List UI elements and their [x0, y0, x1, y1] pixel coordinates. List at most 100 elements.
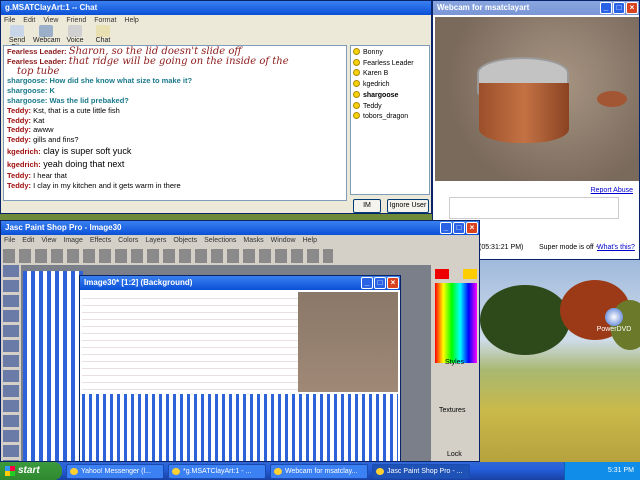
user-list-item[interactable]: tobors_dragon	[353, 112, 427, 123]
send-file-icon	[10, 25, 24, 37]
chat-button[interactable]: Chat	[93, 25, 113, 44]
psp-tool-palette[interactable]	[3, 265, 19, 461]
background-swatch[interactable]	[463, 269, 477, 279]
timestamp: (05:31:21 PM)	[479, 244, 524, 251]
message-user: kgedrich:	[7, 159, 41, 169]
menu-effects[interactable]: Effects	[90, 235, 111, 246]
user-list-item[interactable]: kgedrich	[353, 80, 427, 91]
webcam-ad-area	[449, 197, 619, 219]
chat-message: shargoose: Was the lid prebaked?	[7, 96, 343, 106]
start-button[interactable]: start	[0, 462, 62, 480]
taskbar-button-psp[interactable]: Jasc Paint Shop Pro - ...	[372, 463, 470, 479]
user-name: Teddy	[363, 102, 382, 110]
menu-layers[interactable]: Layers	[145, 235, 166, 246]
psp-title: Jasc Paint Shop Pro - Image30	[5, 223, 122, 232]
psp-toolbar[interactable]	[3, 249, 333, 263]
nested-screenshot	[82, 394, 398, 461]
taskbar-button-webcam[interactable]: Webcam for msatclay...	[270, 463, 368, 479]
taskbar: start Yahoo! Messenger (l... *g.MSATClay…	[0, 462, 640, 480]
user-list[interactable]: Bonny Fearless Leader Karen B kgedrich s…	[350, 45, 430, 195]
webcam-titlebar[interactable]: Webcam for msatclayart _ □ ×	[433, 1, 639, 15]
message-text: Kst, that is a cute little fish	[33, 105, 120, 115]
ignore-user-button[interactable]: Ignore User	[387, 199, 429, 213]
lock-label: Lock	[447, 451, 462, 458]
image-window[interactable]: Image30* [1:2] (Background) _ □ ×	[79, 275, 401, 461]
message-text: Was the lid prebaked?	[49, 95, 129, 105]
taskbar-label: Yahoo! Messenger (l...	[81, 467, 151, 475]
tool-label: Chat	[95, 37, 111, 44]
webcam-button[interactable]: Webcam	[33, 25, 61, 44]
menu-masks[interactable]: Masks	[243, 235, 263, 246]
desktop-icon-powerdvd[interactable]: PowerDVD	[594, 308, 634, 333]
chat-message: Teddy: I clay in my kitchen and it gets …	[7, 181, 343, 191]
maximize-button[interactable]: □	[613, 2, 625, 14]
minimize-button[interactable]: _	[600, 2, 612, 14]
close-button[interactable]: ×	[466, 222, 478, 234]
user-list-item[interactable]: shargoose	[353, 90, 427, 102]
smiley-icon	[353, 69, 360, 77]
screenshot-thumbnail-webcam	[298, 292, 398, 392]
report-abuse-link[interactable]: Report Abuse	[591, 187, 633, 194]
menu-selections[interactable]: Selections	[204, 235, 236, 246]
taskbar-button-chat[interactable]: *g.MSATClayArt:1 - ...	[168, 463, 266, 479]
minimize-button[interactable]: _	[440, 222, 452, 234]
whats-this-link[interactable]: What's this?	[597, 244, 635, 251]
psp-window[interactable]: Jasc Paint Shop Pro - Image30 _ □ × File Ed…	[0, 220, 480, 462]
chat-message: Teddy: I hear that	[7, 171, 343, 181]
taskbar-label: *g.MSATClayArt:1 - ...	[183, 467, 252, 475]
clay-piece	[597, 91, 627, 107]
message-user: Teddy:	[7, 125, 32, 135]
psp-icon	[376, 467, 384, 475]
maximize-button[interactable]: □	[453, 222, 465, 234]
message-user: shargoose:	[7, 76, 48, 86]
psp-titlebar[interactable]: Jasc Paint Shop Pro - Image30 _ □ ×	[1, 221, 479, 235]
message-text: that ridge will be going on the inside o…	[68, 55, 289, 67]
menu-file[interactable]: File	[4, 235, 15, 246]
user-name: kgedrich	[363, 81, 390, 89]
stacked-image-windows	[23, 271, 83, 461]
user-list-item[interactable]: Karen B	[353, 69, 427, 80]
wallpaper-tree	[480, 285, 570, 355]
menu-help[interactable]: Help	[303, 235, 317, 246]
voice-button[interactable]: Voice	[65, 25, 85, 44]
foreground-swatch[interactable]	[435, 269, 449, 279]
chat-window[interactable]: g.MSATClayArt:1 -- Chat File Edit View Frie…	[0, 0, 432, 214]
chat-message: Teddy: awww	[7, 125, 343, 135]
chat-titlebar[interactable]: g.MSATClayArt:1 -- Chat	[1, 1, 431, 15]
menu-window[interactable]: Window	[271, 235, 296, 246]
menu-colors[interactable]: Colors	[118, 235, 138, 246]
user-list-item[interactable]: Teddy	[353, 101, 427, 113]
smiley-icon	[353, 90, 360, 98]
im-button[interactable]: IM	[353, 199, 381, 213]
taskbar-button-yahoo[interactable]: Yahoo! Messenger (l...	[66, 463, 164, 479]
psp-color-palette[interactable]: Styles Textures Lock	[433, 265, 479, 461]
menu-edit[interactable]: Edit	[22, 235, 34, 246]
minimize-button[interactable]: _	[361, 277, 373, 289]
message-user: Teddy:	[7, 180, 32, 190]
menu-image[interactable]: Image	[63, 235, 82, 246]
webcam-video	[435, 17, 639, 181]
menu-view[interactable]: View	[41, 235, 56, 246]
color-picker[interactable]	[435, 283, 477, 363]
chat-message: top tube	[7, 66, 343, 77]
user-list-item[interactable]: Bonny	[353, 48, 427, 59]
chat-log[interactable]: Fearless Leader: Sharon, so the lid does…	[3, 45, 347, 201]
webcam-icon	[274, 467, 282, 475]
user-list-item[interactable]: Fearless Leader	[353, 58, 427, 70]
close-button[interactable]: ×	[626, 2, 638, 14]
desktop-icon-label: PowerDVD	[596, 326, 632, 333]
menu-help[interactable]: Help	[124, 15, 138, 26]
menu-objects[interactable]: Objects	[173, 235, 197, 246]
voice-icon	[68, 25, 82, 37]
user-name: Karen B	[363, 70, 389, 78]
close-button[interactable]: ×	[387, 277, 399, 289]
system-tray: 5:31 PM	[564, 462, 640, 480]
maximize-button[interactable]: □	[374, 277, 386, 289]
webcam-icon	[39, 25, 53, 37]
message-text: Kat	[33, 115, 45, 125]
clock[interactable]: 5:31 PM	[608, 467, 634, 474]
chat-icon	[96, 25, 110, 37]
image-titlebar[interactable]: Image30* [1:2] (Background) _ □ ×	[80, 276, 400, 290]
taskbar-label: Jasc Paint Shop Pro - ...	[387, 467, 463, 475]
super-mode-text: Super mode is off -	[539, 244, 599, 251]
